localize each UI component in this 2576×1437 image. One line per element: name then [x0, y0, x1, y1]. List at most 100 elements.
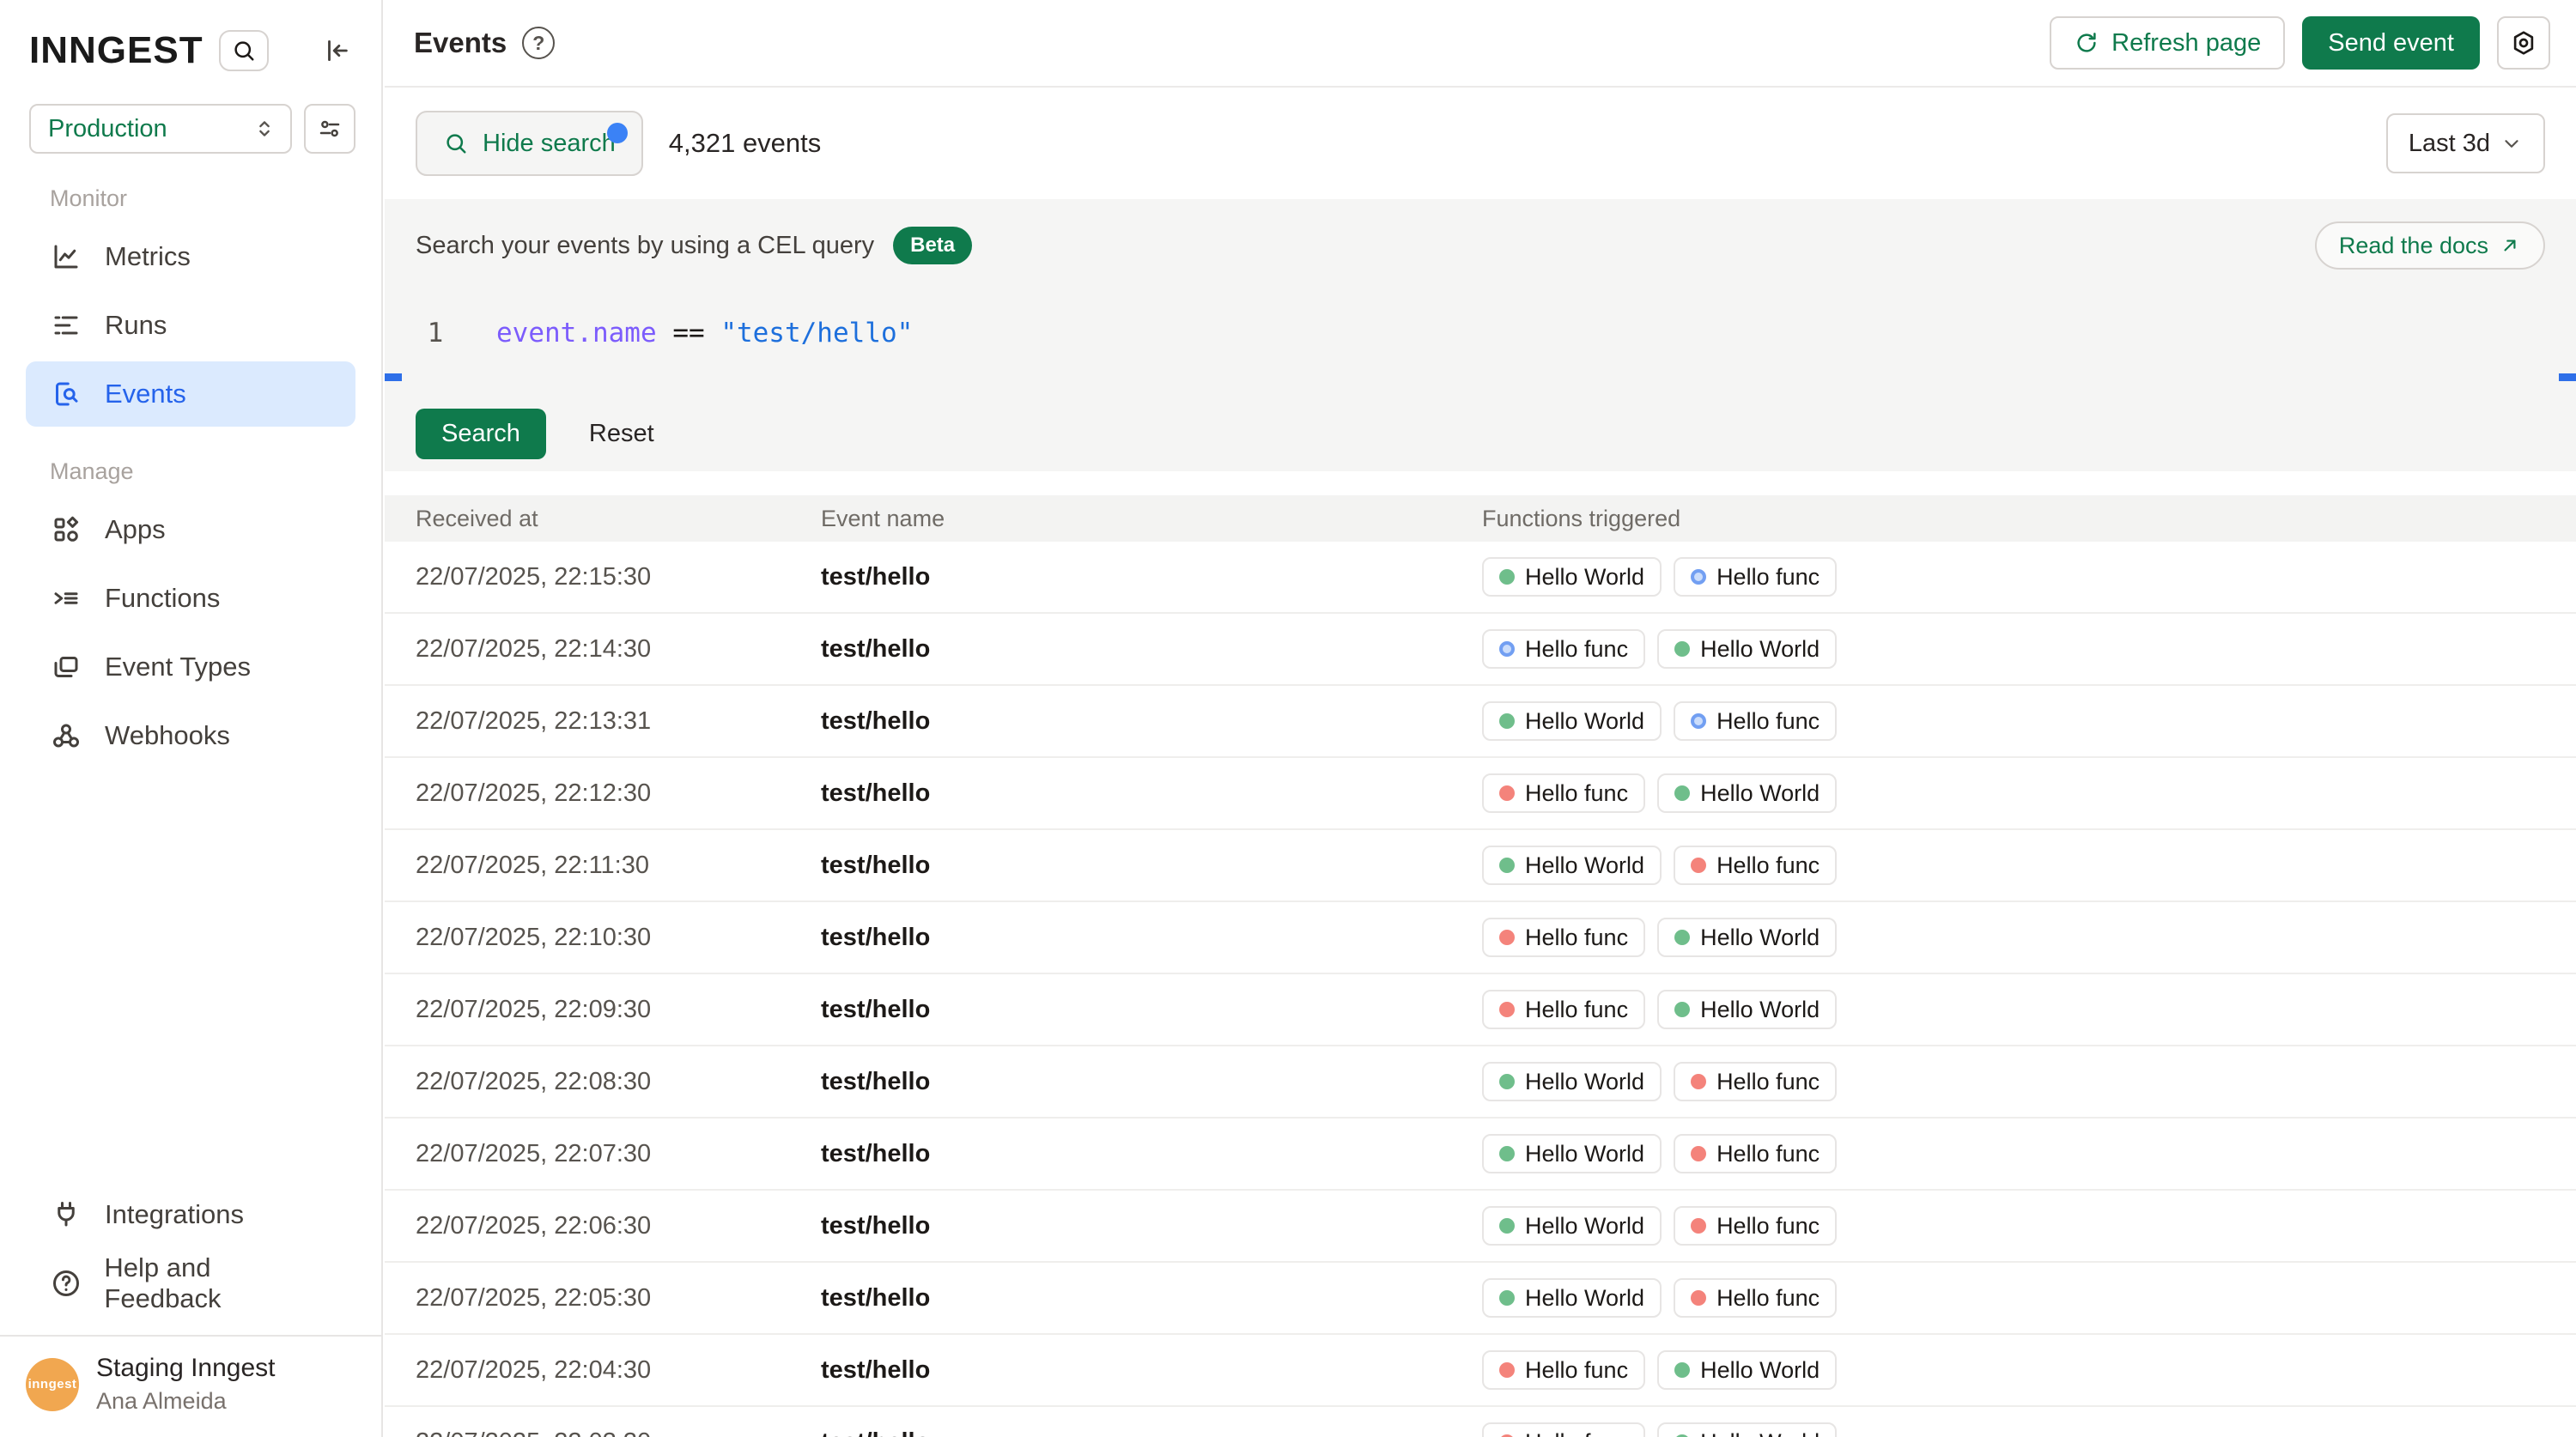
environment-select-value: Production	[48, 115, 167, 143]
refresh-label: Refresh page	[2111, 29, 2261, 58]
table-row[interactable]: 22/07/2025, 22:10:30 test/hello Hello fu…	[385, 902, 2576, 974]
global-search-button[interactable]	[219, 30, 269, 71]
page-help-icon[interactable]: ?	[522, 27, 555, 59]
table-row[interactable]: 22/07/2025, 22:05:30 test/hello Hello Wo…	[385, 1263, 2576, 1335]
sidebar-item-metrics[interactable]: Metrics	[26, 224, 355, 289]
function-badge[interactable]: Hello func	[1674, 846, 1837, 885]
function-name: Hello World	[1525, 564, 1644, 591]
environment-settings-button[interactable]	[304, 104, 355, 154]
time-range-select[interactable]: Last 3d	[2386, 113, 2545, 173]
environment-select[interactable]: Production	[29, 104, 292, 154]
table-row[interactable]: 22/07/2025, 22:12:30 test/hello Hello fu…	[385, 758, 2576, 830]
event-name: test/hello	[821, 1356, 1482, 1385]
function-status-dot	[1499, 1362, 1515, 1378]
sidebar-item-apps[interactable]: Apps	[26, 497, 355, 562]
received-at: 22/07/2025, 22:10:30	[385, 924, 821, 952]
sidebar-item-events[interactable]: Events	[26, 361, 355, 427]
sidebar-item-help[interactable]: Help and Feedback	[26, 1251, 355, 1316]
editor-resize-handle[interactable]	[385, 373, 402, 381]
function-badge[interactable]: Hello World	[1482, 557, 1662, 597]
table-row[interactable]: 22/07/2025, 22:11:30 test/hello Hello Wo…	[385, 830, 2576, 902]
function-status-dot	[1691, 858, 1706, 873]
hide-search-button[interactable]: Hide search	[416, 111, 643, 176]
table-row[interactable]: 22/07/2025, 22:06:30 test/hello Hello Wo…	[385, 1191, 2576, 1263]
event-name: test/hello	[821, 1212, 1482, 1240]
table-row[interactable]: 22/07/2025, 22:09:30 test/hello Hello fu…	[385, 974, 2576, 1046]
page-title: Events	[414, 27, 507, 59]
function-name: Hello World	[1525, 1285, 1644, 1312]
function-name: Hello World	[1525, 1213, 1644, 1240]
function-name: Hello func	[1716, 1069, 1820, 1095]
table-row[interactable]: 22/07/2025, 22:13:31 test/hello Hello Wo…	[385, 686, 2576, 758]
function-badge[interactable]: Hello World	[1482, 1062, 1662, 1101]
function-badge[interactable]: Hello World	[1657, 1350, 1837, 1390]
function-badge[interactable]: Hello func	[1674, 701, 1837, 741]
function-status-dot	[1499, 641, 1515, 657]
function-badge[interactable]: Hello func	[1674, 1134, 1837, 1173]
function-badge[interactable]: Hello func	[1482, 1350, 1645, 1390]
function-badge[interactable]: Hello func	[1482, 629, 1645, 669]
sidebar-item-label: Integrations	[105, 1199, 244, 1230]
table-row[interactable]: 22/07/2025, 22:15:30 test/hello Hello Wo…	[385, 542, 2576, 614]
functions-triggered: Hello World Hello func	[1482, 846, 2576, 885]
function-status-dot	[1499, 1218, 1515, 1234]
function-badge[interactable]: Hello func	[1674, 1278, 1837, 1318]
function-status-dot	[1674, 930, 1690, 945]
function-badge[interactable]: Hello World	[1657, 990, 1837, 1029]
functions-triggered: Hello func Hello World	[1482, 1422, 2576, 1437]
search-button[interactable]: Search	[416, 409, 546, 459]
function-badge[interactable]: Hello World	[1482, 701, 1662, 741]
send-event-button[interactable]: Send event	[2302, 16, 2480, 70]
table-row[interactable]: 22/07/2025, 22:08:30 test/hello Hello Wo…	[385, 1046, 2576, 1119]
inngest-logo: INNGEST	[29, 29, 204, 72]
function-badge[interactable]: Hello World	[1482, 1206, 1662, 1246]
function-status-dot	[1499, 1074, 1515, 1089]
function-badge[interactable]: Hello World	[1657, 918, 1837, 957]
function-badge[interactable]: Hello World	[1657, 773, 1837, 813]
sidebar-item-webhooks[interactable]: Webhooks	[26, 703, 355, 768]
function-badge[interactable]: Hello World	[1482, 1134, 1662, 1173]
function-badge[interactable]: Hello World	[1482, 846, 1662, 885]
function-status-dot	[1499, 1002, 1515, 1017]
editor-resize-handle[interactable]	[2559, 373, 2576, 381]
received-at: 22/07/2025, 22:04:30	[385, 1356, 821, 1385]
event-name: test/hello	[821, 779, 1482, 808]
sidebar-item-functions[interactable]: Functions	[26, 566, 355, 631]
function-badge[interactable]: Hello func	[1482, 918, 1645, 957]
function-name: Hello World	[1700, 1357, 1820, 1384]
received-at: 22/07/2025, 22:11:30	[385, 852, 821, 880]
function-badge[interactable]: Hello World	[1482, 1278, 1662, 1318]
sidebar-item-event-types[interactable]: Event Types	[26, 634, 355, 700]
page-header: Events ? Refresh page Send event	[385, 0, 2576, 88]
function-badge[interactable]: Hello func	[1482, 1422, 1645, 1437]
function-badge[interactable]: Hello func	[1674, 557, 1837, 597]
function-badge[interactable]: Hello func	[1482, 990, 1645, 1029]
function-badge[interactable]: Hello World	[1657, 1422, 1837, 1437]
functions-triggered: Hello func Hello World	[1482, 629, 2576, 669]
function-badge[interactable]: Hello func	[1482, 773, 1645, 813]
windows-icon	[50, 651, 82, 683]
sidebar-item-integrations[interactable]: Integrations	[26, 1182, 355, 1247]
function-status-dot	[1674, 1002, 1690, 1017]
settings-button[interactable]	[2497, 16, 2550, 70]
event-name: test/hello	[821, 563, 1482, 591]
function-badge[interactable]: Hello func	[1674, 1206, 1837, 1246]
column-event-name: Event name	[821, 506, 1482, 532]
table-row[interactable]: 22/07/2025, 22:03:30 test/hello Hello fu…	[385, 1407, 2576, 1437]
function-status-dot	[1691, 1218, 1706, 1234]
refresh-page-button[interactable]: Refresh page	[2050, 16, 2285, 70]
table-row[interactable]: 22/07/2025, 22:04:30 test/hello Hello fu…	[385, 1335, 2576, 1407]
table-row[interactable]: 22/07/2025, 22:07:30 test/hello Hello Wo…	[385, 1119, 2576, 1191]
profile-card[interactable]: inngest Staging Inngest Ana Almeida	[0, 1335, 381, 1437]
environment-row: Production	[0, 104, 381, 154]
collapse-sidebar-button[interactable]	[318, 32, 355, 70]
cel-query-editor[interactable]: 1 event.name == "test/hello"	[416, 318, 2545, 373]
sidebar-item-runs[interactable]: Runs	[26, 293, 355, 358]
reset-button[interactable]: Reset	[589, 420, 654, 448]
function-name: Hello func	[1716, 708, 1820, 735]
function-badge[interactable]: Hello World	[1657, 629, 1837, 669]
function-badge[interactable]: Hello func	[1674, 1062, 1837, 1101]
read-the-docs-button[interactable]: Read the docs	[2315, 221, 2545, 270]
functions-triggered: Hello World Hello func	[1482, 1134, 2576, 1173]
table-row[interactable]: 22/07/2025, 22:14:30 test/hello Hello fu…	[385, 614, 2576, 686]
